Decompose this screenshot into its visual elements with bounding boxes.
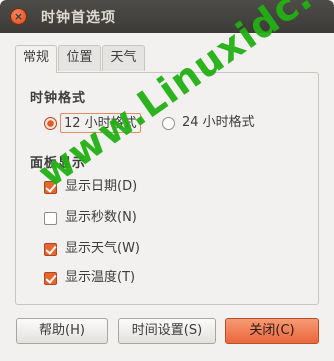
clock-format-heading: 时钟格式 xyxy=(30,91,87,106)
window-close-icon[interactable]: × xyxy=(10,8,27,25)
close-button[interactable]: 关闭(C) xyxy=(225,318,319,344)
radio-24-hour-label[interactable]: 24 小时格式 xyxy=(182,113,255,133)
checkbox-show-temperature-label[interactable]: 显示温度(T) xyxy=(65,270,135,286)
radio-12-hour[interactable] xyxy=(44,117,57,130)
checkbox-show-temperature[interactable] xyxy=(44,272,57,285)
help-button[interactable]: 帮助(H) xyxy=(16,318,108,344)
general-tab-panel xyxy=(15,72,319,305)
checkbox-show-seconds[interactable] xyxy=(44,212,57,225)
radio-24-hour[interactable] xyxy=(162,117,175,130)
tab-location[interactable]: 位置 xyxy=(58,45,101,71)
clock-preferences-window: × 时钟首选项 常规 位置 天气 时钟格式 12 小时格式 24 小时格式 面板… xyxy=(0,0,334,361)
time-settings-button[interactable]: 时间设置(S) xyxy=(118,318,216,344)
title-bar[interactable]: × 时钟首选项 xyxy=(0,0,334,33)
checkbox-show-date-label[interactable]: 显示日期(D) xyxy=(65,179,137,195)
checkbox-show-date[interactable] xyxy=(44,181,57,194)
panel-display-heading: 面板显示 xyxy=(30,156,87,171)
tab-weather[interactable]: 天气 xyxy=(102,45,145,71)
checkbox-show-seconds-label[interactable]: 显示秒数(N) xyxy=(65,210,137,226)
radio-12-hour-label[interactable]: 12 小时格式 xyxy=(60,113,141,133)
checkbox-show-weather-label[interactable]: 显示天气(W) xyxy=(65,241,140,257)
tab-general[interactable]: 常规 xyxy=(15,45,57,73)
window-title: 时钟首选项 xyxy=(41,10,116,26)
checkbox-show-weather[interactable] xyxy=(44,243,57,256)
